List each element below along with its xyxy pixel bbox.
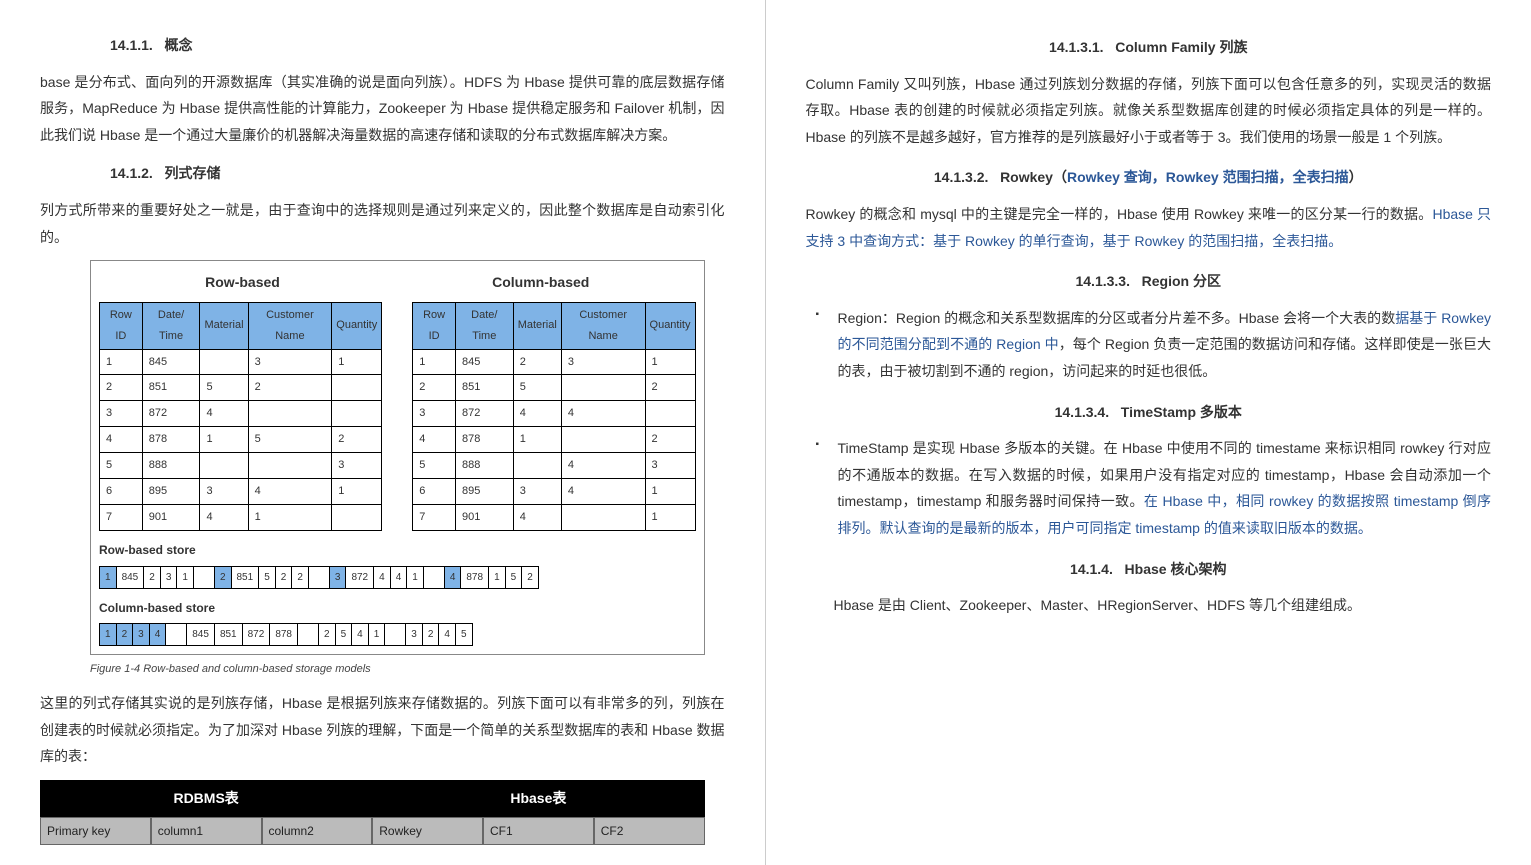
th: Row ID [413,302,456,349]
para-rowkey: Rowkey 的概念和 mysql 中的主键是完全一样的，Hbase 使用 Ro… [806,201,1492,254]
column-based-table: Row ID Date/ Time Material Customer Name… [412,302,695,531]
heading-num: 14.1.3.2. [934,169,989,185]
row-based-table: Row ID Date/ Time Material Customer Name… [99,302,382,531]
list-item: Region：Region 的概念和关系型数据库的分区或者分片差不多。Hbase… [816,305,1492,385]
heading-14-1-3-1: 14.1.3.1. Column Family 列族 [806,34,1492,61]
th: Row ID [100,302,143,349]
heading-num: 14.1.3.1. [1049,39,1104,55]
col-store-label: Column-based store [99,597,696,620]
heading-text-post: ） [1349,169,1363,185]
hbase-header: Hbase表 [372,780,704,817]
heading-text: 列式存储 [165,165,221,181]
timestamp-list: TimeStamp 是实现 Hbase 多版本的关键。在 Hbase 中使用不同… [806,435,1492,541]
para-column-store: 列方式所带来的重要好处之一就是，由于查询中的选择规则是通过列来定义的，因此整个数… [40,197,725,250]
heading-14-1-2: 14.1.2. 列式存储 [110,160,725,187]
col-store-strip: 1234 845851872878 2541 3245 [99,623,696,646]
heading-text: Hbase 核心架构 [1125,561,1227,577]
rdbms-header: RDBMS表 [40,780,372,817]
row-store-label: Row-based store [99,539,696,562]
heading-num: 14.1.3.4. [1055,404,1110,420]
fig-title-col: Column-based [492,269,589,296]
fig-title-row: Row-based [205,269,280,296]
page-right: 14.1.3.1. Column Family 列族 Column Family… [766,0,1531,865]
figure-caption: Figure 1-4 Row-based and column-based st… [90,659,725,680]
th: Material [513,302,561,349]
heading-num: 14.1.2. [110,165,153,181]
heading-num: 14.1.1. [110,37,153,53]
heading-14-1-3-4: 14.1.3.4. TimeStamp 多版本 [806,399,1492,426]
th: Customer Name [248,302,332,349]
page-left: 14.1.1. 概念 base 是分布式、面向列的开源数据库（其实准确的说是面向… [0,0,766,865]
heading-text: 概念 [165,37,193,53]
list-item: TimeStamp 是实现 Hbase 多版本的关键。在 Hbase 中使用不同… [816,435,1492,541]
heading-14-1-3-2: 14.1.3.2. Rowkey（Rowkey 查询，Rowkey 范围扫描，全… [806,164,1492,191]
heading-14-1-4: 14.1.4. Hbase 核心架构 [806,556,1492,583]
rdbms-hbase-header: RDBMS表 Hbase表 [40,780,705,817]
row-store-strip: 1845231 2851522 3872441 4878152 [99,566,696,589]
heading-14-1-3-3: 14.1.3.3. Region 分区 [806,268,1492,295]
heading-text-pre: Rowkey（ [1000,169,1067,185]
heading-text: Region 分区 [1142,273,1221,289]
th: Quantity [645,302,695,349]
rdbms-hbase-row: Primary key column1 column2 Rowkey CF1 C… [40,817,705,846]
heading-num: 14.1.4. [1070,561,1113,577]
para-concept: base 是分布式、面向列的开源数据库（其实准确的说是面向列族）。HDFS 为 … [40,69,725,149]
heading-text: Column Family 列族 [1115,39,1247,55]
th: Quantity [332,302,382,349]
th: Customer Name [561,302,645,349]
figure-storage-models: Row-based Column-based Row ID Date/ Time… [90,260,705,655]
th: Material [200,302,248,349]
para-column-family-intro: 这里的列式存储其实说的是列族存储，Hbase 是根据列族来存储数据的。列族下面可… [40,690,725,770]
th: Date/ Time [142,302,200,349]
heading-text: TimeStamp 多版本 [1121,404,1242,420]
para-architecture: Hbase 是由 Client、Zookeeper、Master、HRegion… [806,592,1492,619]
th: Date/ Time [455,302,513,349]
heading-link: Rowkey 查询，Rowkey 范围扫描，全表扫描 [1067,169,1349,185]
heading-num: 14.1.3.3. [1075,273,1130,289]
para-column-family: Column Family 又叫列族，Hbase 通过列族划分数据的存储，列族下… [806,71,1492,151]
region-list: Region：Region 的概念和关系型数据库的分区或者分片差不多。Hbase… [806,305,1492,385]
heading-14-1-1: 14.1.1. 概念 [110,32,725,59]
